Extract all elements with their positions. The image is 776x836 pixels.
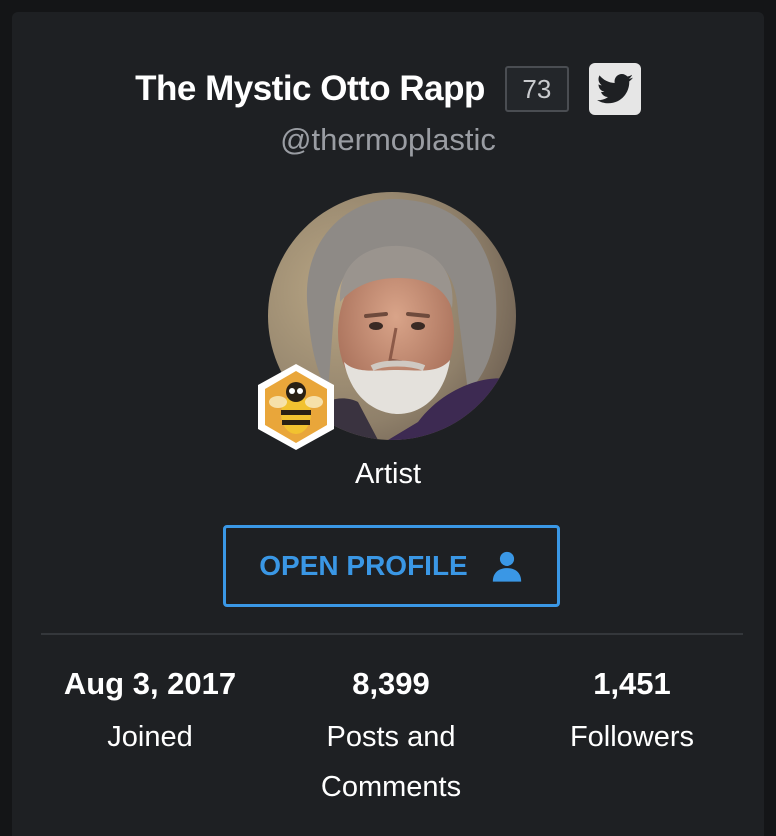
- stat-followers: 1,451 Followers: [512, 662, 752, 762]
- stat-value: 1,451: [593, 666, 671, 701]
- stat-label: Posts and Comments: [320, 721, 462, 803]
- open-profile-button[interactable]: OPEN PROFILE: [223, 525, 560, 607]
- profile-role: Artist: [354, 458, 422, 490]
- profile-handle: @thermoplastic: [280, 122, 496, 157]
- twitter-link-button[interactable]: [588, 63, 641, 115]
- stat-value: Aug 3, 2017: [63, 666, 237, 701]
- stat-label: Followers: [569, 721, 695, 753]
- open-profile-label: OPEN PROFILE: [259, 550, 468, 581]
- stat-joined: Aug 3, 2017 Joined: [30, 662, 270, 762]
- stat-value: 8,399: [352, 666, 430, 701]
- bee-hexagon-badge: [254, 362, 338, 452]
- avatar-container: [258, 192, 516, 450]
- stat-label: Joined: [107, 721, 193, 753]
- stat-posts-and-comments: 8,399 Posts and Comments: [271, 662, 511, 812]
- profile-header: The Mystic Otto Rapp 73: [12, 62, 764, 116]
- level-badge: 73: [504, 66, 569, 112]
- user-icon: [492, 551, 521, 582]
- profile-card: The Mystic Otto Rapp 73 @thermoplastic A…: [12, 12, 764, 836]
- twitter-icon: [596, 74, 633, 104]
- divider: [41, 633, 743, 635]
- profile-name: The Mystic Otto Rapp: [135, 69, 485, 108]
